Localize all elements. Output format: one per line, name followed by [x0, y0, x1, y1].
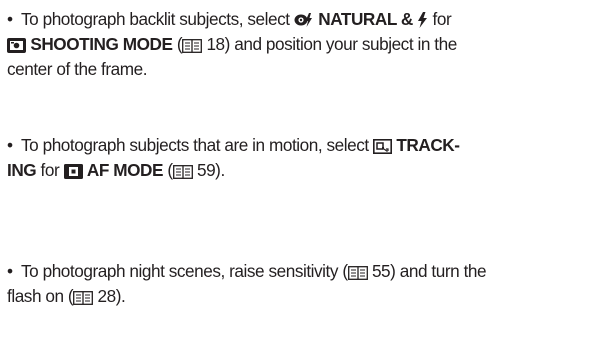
tracking-label: ING	[7, 160, 37, 180]
flash-icon	[417, 9, 428, 29]
natural-flash-label: NATURAL &	[318, 9, 413, 29]
bullet: •	[7, 135, 13, 155]
af-mode-label: AF MODE	[86, 160, 164, 180]
tip-line: • To photograph subjects that are in mot…	[7, 135, 460, 155]
tip-line: ING for AF MODE ( 59).	[7, 158, 600, 183]
page-reference-icon	[73, 286, 94, 306]
af-mode-icon	[63, 160, 83, 180]
tip-text: To photograph subjects that are in motio…	[21, 135, 369, 155]
tracking-label: TRACK-	[396, 135, 460, 155]
page-reference-text: 59).	[196, 160, 225, 180]
camera-mode-icon	[7, 34, 26, 54]
manual-page: • To photograph backlit subjects, select…	[0, 0, 611, 343]
page-reference-icon	[347, 261, 368, 281]
tip-line: • To photograph backlit subjects, select…	[7, 9, 452, 29]
page-reference-icon	[182, 34, 203, 54]
page-reference-text: 18) and position your subject in the	[206, 34, 457, 54]
page-reference-text: 55) and turn the	[371, 261, 487, 281]
tip-line: • To photograph night scenes, raise sens…	[7, 261, 487, 281]
page-reference-icon	[172, 160, 193, 180]
tip-night: • To photograph night scenes, raise sens…	[7, 259, 600, 309]
page-reference-text: 28).	[97, 286, 126, 306]
shooting-mode-label: SHOOTING MODE	[30, 34, 173, 54]
bullet: •	[7, 9, 13, 29]
tip-line: SHOOTING MODE ( 18) and position your su…	[7, 32, 600, 57]
tip-text: To photograph night scenes, raise sensit…	[21, 261, 348, 281]
natural-mode-icon	[294, 9, 314, 29]
tip-text: To photograph backlit subjects, select	[21, 9, 290, 29]
tip-text: for	[40, 160, 60, 180]
tip-line: flash on ( 28).	[7, 284, 600, 309]
tip-text: for	[432, 9, 452, 29]
bullet: •	[7, 261, 13, 281]
tip-motion: • To photograph subjects that are in mot…	[7, 133, 600, 183]
tip-text: center of the frame.	[7, 59, 148, 79]
tip-backlit: • To photograph backlit subjects, select…	[7, 7, 600, 82]
tracking-icon	[373, 135, 393, 155]
tip-line: center of the frame.	[7, 57, 600, 82]
tip-text: flash on (	[7, 286, 74, 306]
